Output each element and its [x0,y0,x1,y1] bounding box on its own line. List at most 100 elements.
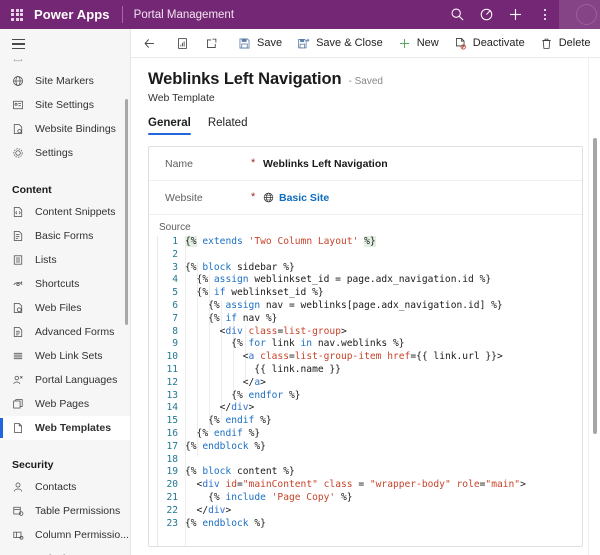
line-number: 8 [172,325,178,337]
list-icon [12,254,26,266]
code-line[interactable]: 2 [158,249,582,262]
sidebar-item-label: Basic Forms [35,230,94,242]
code-line[interactable]: 9 {% for link in nav.weblinks %} [158,338,582,351]
sitemap-scrollbar[interactable] [125,99,128,325]
sitemap-scroll-area[interactable]: Site Markers Site Settings Website Binding… [0,59,130,555]
website-field-value[interactable]: Basic Site [263,192,329,204]
code-line[interactable]: 17 {% endblock %} [158,441,582,454]
code-line[interactable]: 3 {% block sidebar %} [158,262,582,275]
code-line[interactable]: 19 {% block content %} [158,466,582,479]
line-number: 13 [166,389,178,401]
code-line[interactable]: 6 {% assign nav = weblinks[page.adx_navi… [158,300,582,313]
code-text: {% extends 'Two Column Layout' %} [185,236,376,247]
name-field-value[interactable]: Weblinks Left Navigation [263,158,388,170]
sidebar-item-web-templates[interactable]: Web Templates [0,416,130,440]
code-text: {% endif %} [185,415,272,427]
code-line[interactable]: 13 {% endfor %} [158,390,582,403]
code-line[interactable]: 7 {% if nav %} [158,313,582,326]
sidebar-item-lists[interactable]: Lists [0,248,130,272]
line-number: 12 [166,376,178,388]
sidebar-item-label: Column Permissio... [35,529,129,541]
line-number: 10 [166,351,178,363]
sidebar-item-label: Content Snippets [35,206,116,218]
code-line[interactable]: 14 </div> [158,402,582,415]
tab-related[interactable]: Related [208,117,248,135]
brand-divider [121,6,123,23]
sidebar-item-basic-forms[interactable]: Basic Forms [0,224,130,248]
plus-icon[interactable] [501,0,530,29]
plus-icon [397,37,412,50]
show-chart-icon[interactable] [168,29,197,58]
form-scrollbar[interactable] [593,138,597,434]
web-template-icon [12,422,26,434]
code-line[interactable]: 21 {% include 'Page Copy' %} [158,492,582,505]
sidebar-item-site-settings[interactable]: Site Settings [0,93,130,117]
sidebar-item-column-permissio[interactable]: Column Permissio... [0,523,130,547]
sidebar-item-website-bindings[interactable]: Website Bindings [0,117,130,141]
overflow-dots-icon[interactable] [530,0,559,29]
sitemap-group-content: Content [12,184,52,196]
tab-general[interactable]: General [148,117,191,135]
code-line[interactable]: 15 {% endif %} [158,415,582,428]
sidebar-item-content-snippets[interactable]: Content Snippets [0,200,130,224]
brand-bar: Power Apps Portal Management [0,0,600,29]
sidebar-item-label: Web Link Sets [35,350,103,362]
website-lookup-link[interactable]: Basic Site [279,192,329,204]
code-text: {% if weblinkset_id %} [185,287,324,299]
sidebar-item-label: Contacts [35,481,77,493]
code-line[interactable]: 20 <div id="mainContent" class = "wrappe… [158,479,582,492]
sidebar-item-portal-languages[interactable]: Portal Languages [0,368,130,392]
avatar[interactable] [559,0,600,29]
search-icon[interactable] [443,0,472,29]
code-line[interactable]: 10 <a class=list-group-item href={{ link… [158,351,582,364]
pop-out-icon[interactable] [197,29,226,58]
form-scroll-area[interactable]: Weblinks Left Navigation - Saved Web Tem… [131,58,600,555]
sidebar-item-label: Table Permissions [35,505,121,517]
save-button[interactable]: Save [230,29,289,58]
code-editor[interactable]: 1 {% extends 'Two Column Layout' %} 2 3 {% b… [157,236,582,546]
settings-gear-icon[interactable] [472,0,501,29]
record-header: Weblinks Left Navigation - Saved [148,58,600,89]
code-line[interactable]: 18 [158,454,582,467]
code-line[interactable]: 23 {% endblock %} [158,518,582,531]
save-and-close-button[interactable]: Save & Close [289,29,390,58]
code-text: </div> [185,504,232,516]
sidebar-item-label: Web Pages [35,398,90,410]
code-line[interactable]: 1 {% extends 'Two Column Layout' %} [158,236,582,249]
code-lines: 1 {% extends 'Two Column Layout' %} 2 3 {% b… [158,236,582,530]
main-region: Save Save & Close New Deactivate Delete … [131,29,600,555]
sidebar-item-advanced-forms[interactable]: Advanced Forms [0,320,130,344]
brand-name[interactable]: Power Apps [34,7,110,22]
hamburger-menu-icon[interactable] [0,29,130,59]
code-line[interactable]: 8 <div class=list-group> [158,326,582,339]
deactivate-icon [453,37,468,50]
sidebar-item-contacts[interactable]: Contacts [0,475,130,499]
sidebar-item-table-permissions[interactable]: Table Permissions [0,499,130,523]
sidebar-item-shortcuts[interactable]: Shortcuts [0,272,130,296]
delete-button[interactable]: Delete [532,29,598,58]
code-line[interactable]: 4 {% assign weblinkset_id = page.adx_nav… [158,274,582,287]
column-permission-icon [12,529,26,541]
sidebar-item-site-markers[interactable]: Site Markers [0,69,130,93]
code-line[interactable]: 16 {% endif %} [158,428,582,441]
sidebar-item-web-link-sets[interactable]: Web Link Sets [0,344,130,368]
sidebar-item-settings[interactable]: Settings [0,141,130,165]
line-number: 18 [166,453,178,465]
form-tabs: General Related [148,117,600,135]
save-and-close-icon [296,37,311,50]
code-line[interactable]: 5 {% if weblinkset_id %} [158,287,582,300]
deactivate-button[interactable]: Deactivate [446,29,532,58]
sidebar-item-web-pages[interactable]: Web Pages [0,392,130,416]
sidebar-item-invitations[interactable]: Invitations [0,547,130,555]
snippet-icon [12,206,26,218]
save-status: - Saved [348,76,383,87]
code-line[interactable]: 11 {{ link.name }} [158,364,582,377]
sidebar-item-partial[interactable] [0,59,130,69]
new-button[interactable]: New [390,29,446,58]
code-text: </div> [185,402,255,414]
code-line[interactable]: 22 </div> [158,505,582,518]
sidebar-item-web-files[interactable]: Web Files [0,296,130,320]
code-line[interactable]: 12 </a> [158,377,582,390]
back-arrow-icon[interactable] [135,29,164,58]
app-launcher-icon[interactable] [0,8,34,21]
